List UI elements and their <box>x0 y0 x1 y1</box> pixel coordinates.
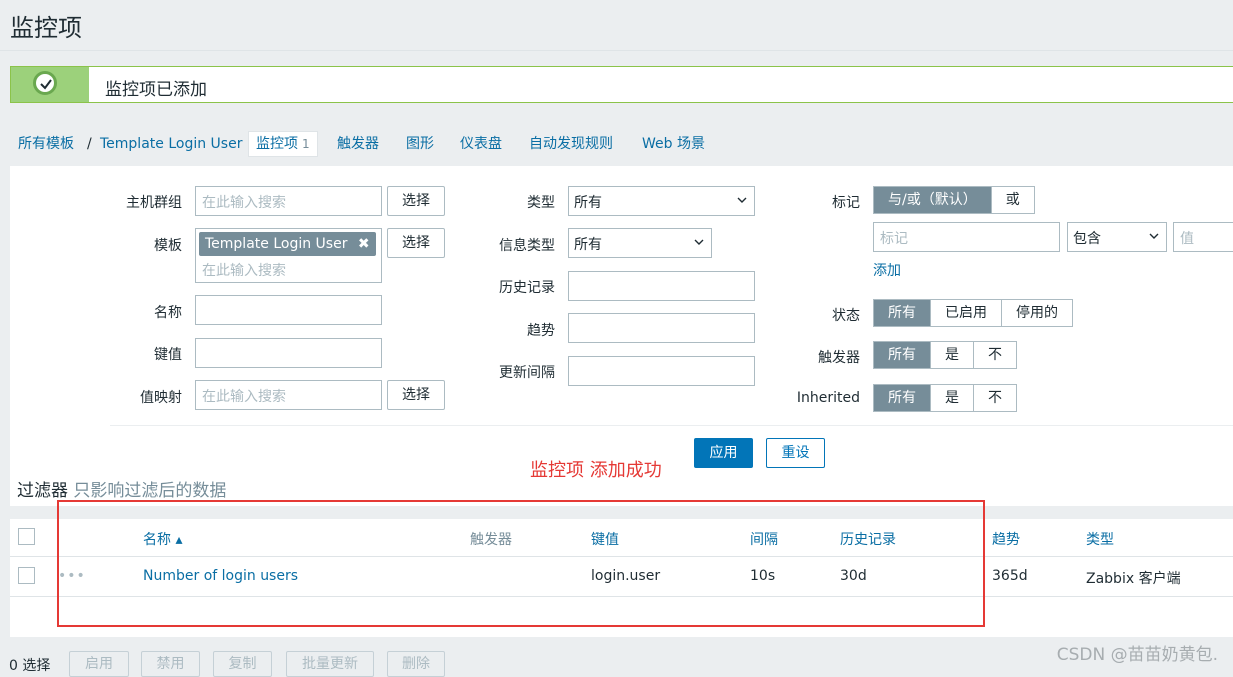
page-title: 监控项 <box>10 14 82 42</box>
tab-graphs[interactable]: 图形 <box>406 131 434 157</box>
tags-label: 标记 <box>832 195 860 211</box>
filter-divider <box>110 425 1233 426</box>
tab-items-count: 1 <box>302 137 310 151</box>
tags-mode-and-or[interactable]: 与/或（默认） <box>874 187 992 213</box>
inherited-label: Inherited <box>796 390 860 406</box>
divider <box>0 50 1233 51</box>
chevron-down-icon <box>737 197 747 203</box>
host-group-select-button[interactable]: 选择 <box>387 186 445 216</box>
history-label: 历史记录 <box>499 280 555 296</box>
selected-count: 0 选择 <box>9 658 51 674</box>
apply-button[interactable]: 应用 <box>694 438 753 468</box>
template-search-placeholder: 在此输入搜索 <box>202 263 286 279</box>
select-all-checkbox[interactable] <box>18 528 35 545</box>
tab-web-scenarios[interactable]: Web 场景 <box>642 131 705 157</box>
interval-label: 更新间隔 <box>499 365 555 381</box>
remove-tag-icon[interactable]: ✖ <box>358 236 370 252</box>
host-group-label: 主机群组 <box>126 195 182 211</box>
state-label: 状态 <box>832 308 860 324</box>
tab-discovery-rules[interactable]: 自动发现规则 <box>529 131 613 157</box>
tab-triggers[interactable]: 触发器 <box>337 131 379 157</box>
enable-button[interactable]: 启用 <box>69 651 129 677</box>
triggers-toggle[interactable]: 所有 是 不 <box>873 341 1017 369</box>
disable-button[interactable]: 禁用 <box>141 651 200 677</box>
message-text: 监控项已添加 <box>105 80 207 100</box>
state-all[interactable]: 所有 <box>874 300 931 326</box>
template-tag: Template Login User ✖ <box>199 232 376 256</box>
template-multiselect[interactable]: Template Login User ✖ 在此输入搜索 <box>195 228 382 283</box>
filter-caption-subtitle: 只影响过滤后的数据 <box>73 481 227 501</box>
triggers-all[interactable]: 所有 <box>874 342 931 368</box>
breadcrumb-template[interactable]: Template Login User <box>100 131 242 157</box>
name-label: 名称 <box>154 305 182 321</box>
template-tag-label: Template Login User <box>205 236 348 252</box>
inherited-toggle[interactable]: 所有 是 不 <box>873 384 1017 412</box>
add-tag-link[interactable]: 添加 <box>873 260 901 280</box>
valuemap-input[interactable]: 在此输入搜索 <box>195 380 382 410</box>
breadcrumb-all-templates[interactable]: 所有模板 <box>18 131 74 157</box>
state-enabled[interactable]: 已启用 <box>931 300 1002 326</box>
tab-dashboards[interactable]: 仪表盘 <box>460 131 502 157</box>
name-input[interactable] <box>195 295 382 325</box>
info-type-label: 信息类型 <box>499 238 555 254</box>
type-select-value: 所有 <box>574 195 602 211</box>
check-circle-icon <box>33 71 57 95</box>
triggers-no[interactable]: 不 <box>974 342 1016 368</box>
row-checkbox[interactable] <box>18 567 35 584</box>
tag-name-input[interactable]: 标记 <box>873 222 1060 252</box>
tab-items[interactable]: 监控项 1 <box>248 131 318 157</box>
mass-update-button[interactable]: 批量更新 <box>286 651 374 677</box>
host-group-input[interactable]: 在此输入搜索 <box>195 186 382 216</box>
filter-caption: 过滤器 只影响过滤后的数据 <box>17 476 226 501</box>
key-input[interactable] <box>195 338 382 368</box>
inherited-no[interactable]: 不 <box>974 385 1016 411</box>
breadcrumb-separator: / <box>87 136 92 152</box>
item-type: Zabbix 客户端 <box>1086 571 1181 587</box>
state-disabled[interactable]: 停用的 <box>1002 300 1072 326</box>
annotation-text: 监控项 添加成功 <box>530 460 662 481</box>
trends-label: 趋势 <box>527 323 555 339</box>
type-select[interactable]: 所有 <box>568 186 755 216</box>
trends-input[interactable] <box>568 313 755 343</box>
tag-operator-value: 包含 <box>1073 231 1101 247</box>
success-message: 监控项已添加 <box>10 66 1233 103</box>
reset-button[interactable]: 重设 <box>766 438 825 468</box>
tab-items-label: 监控项 <box>256 136 298 152</box>
chevron-down-icon <box>694 239 704 245</box>
column-header-trends[interactable]: 趋势 <box>992 529 1020 549</box>
history-input[interactable] <box>568 271 755 301</box>
inherited-all[interactable]: 所有 <box>874 385 931 411</box>
filter-caption-title: 过滤器 <box>17 481 68 501</box>
type-label: 类型 <box>527 195 555 211</box>
state-toggle[interactable]: 所有 已启用 停用的 <box>873 299 1073 327</box>
watermark: CSDN @苗苗奶黄包. <box>1056 645 1218 665</box>
tag-operator-select[interactable]: 包含 <box>1067 222 1167 252</box>
key-label: 键值 <box>154 347 182 363</box>
copy-button[interactable]: 复制 <box>213 651 272 677</box>
valuemap-select-button[interactable]: 选择 <box>387 380 445 410</box>
valuemap-label: 值映射 <box>140 390 182 406</box>
template-label: 模板 <box>154 238 182 254</box>
interval-input[interactable] <box>568 356 755 386</box>
inherited-yes[interactable]: 是 <box>931 385 974 411</box>
triggers-filter-label: 触发器 <box>818 350 860 366</box>
info-type-select[interactable]: 所有 <box>568 228 712 258</box>
chevron-down-icon <box>1149 233 1159 239</box>
tag-value-input[interactable]: 值 <box>1173 222 1233 252</box>
highlight-box <box>57 500 985 627</box>
template-select-button[interactable]: 选择 <box>387 228 445 258</box>
column-header-type[interactable]: 类型 <box>1086 529 1114 549</box>
delete-button[interactable]: 删除 <box>387 651 445 677</box>
tags-mode-toggle[interactable]: 与/或（默认） 或 <box>873 186 1035 214</box>
triggers-yes[interactable]: 是 <box>931 342 974 368</box>
tags-mode-or[interactable]: 或 <box>992 187 1034 213</box>
item-trends: 365d <box>992 568 1028 584</box>
info-type-select-value: 所有 <box>574 237 602 253</box>
